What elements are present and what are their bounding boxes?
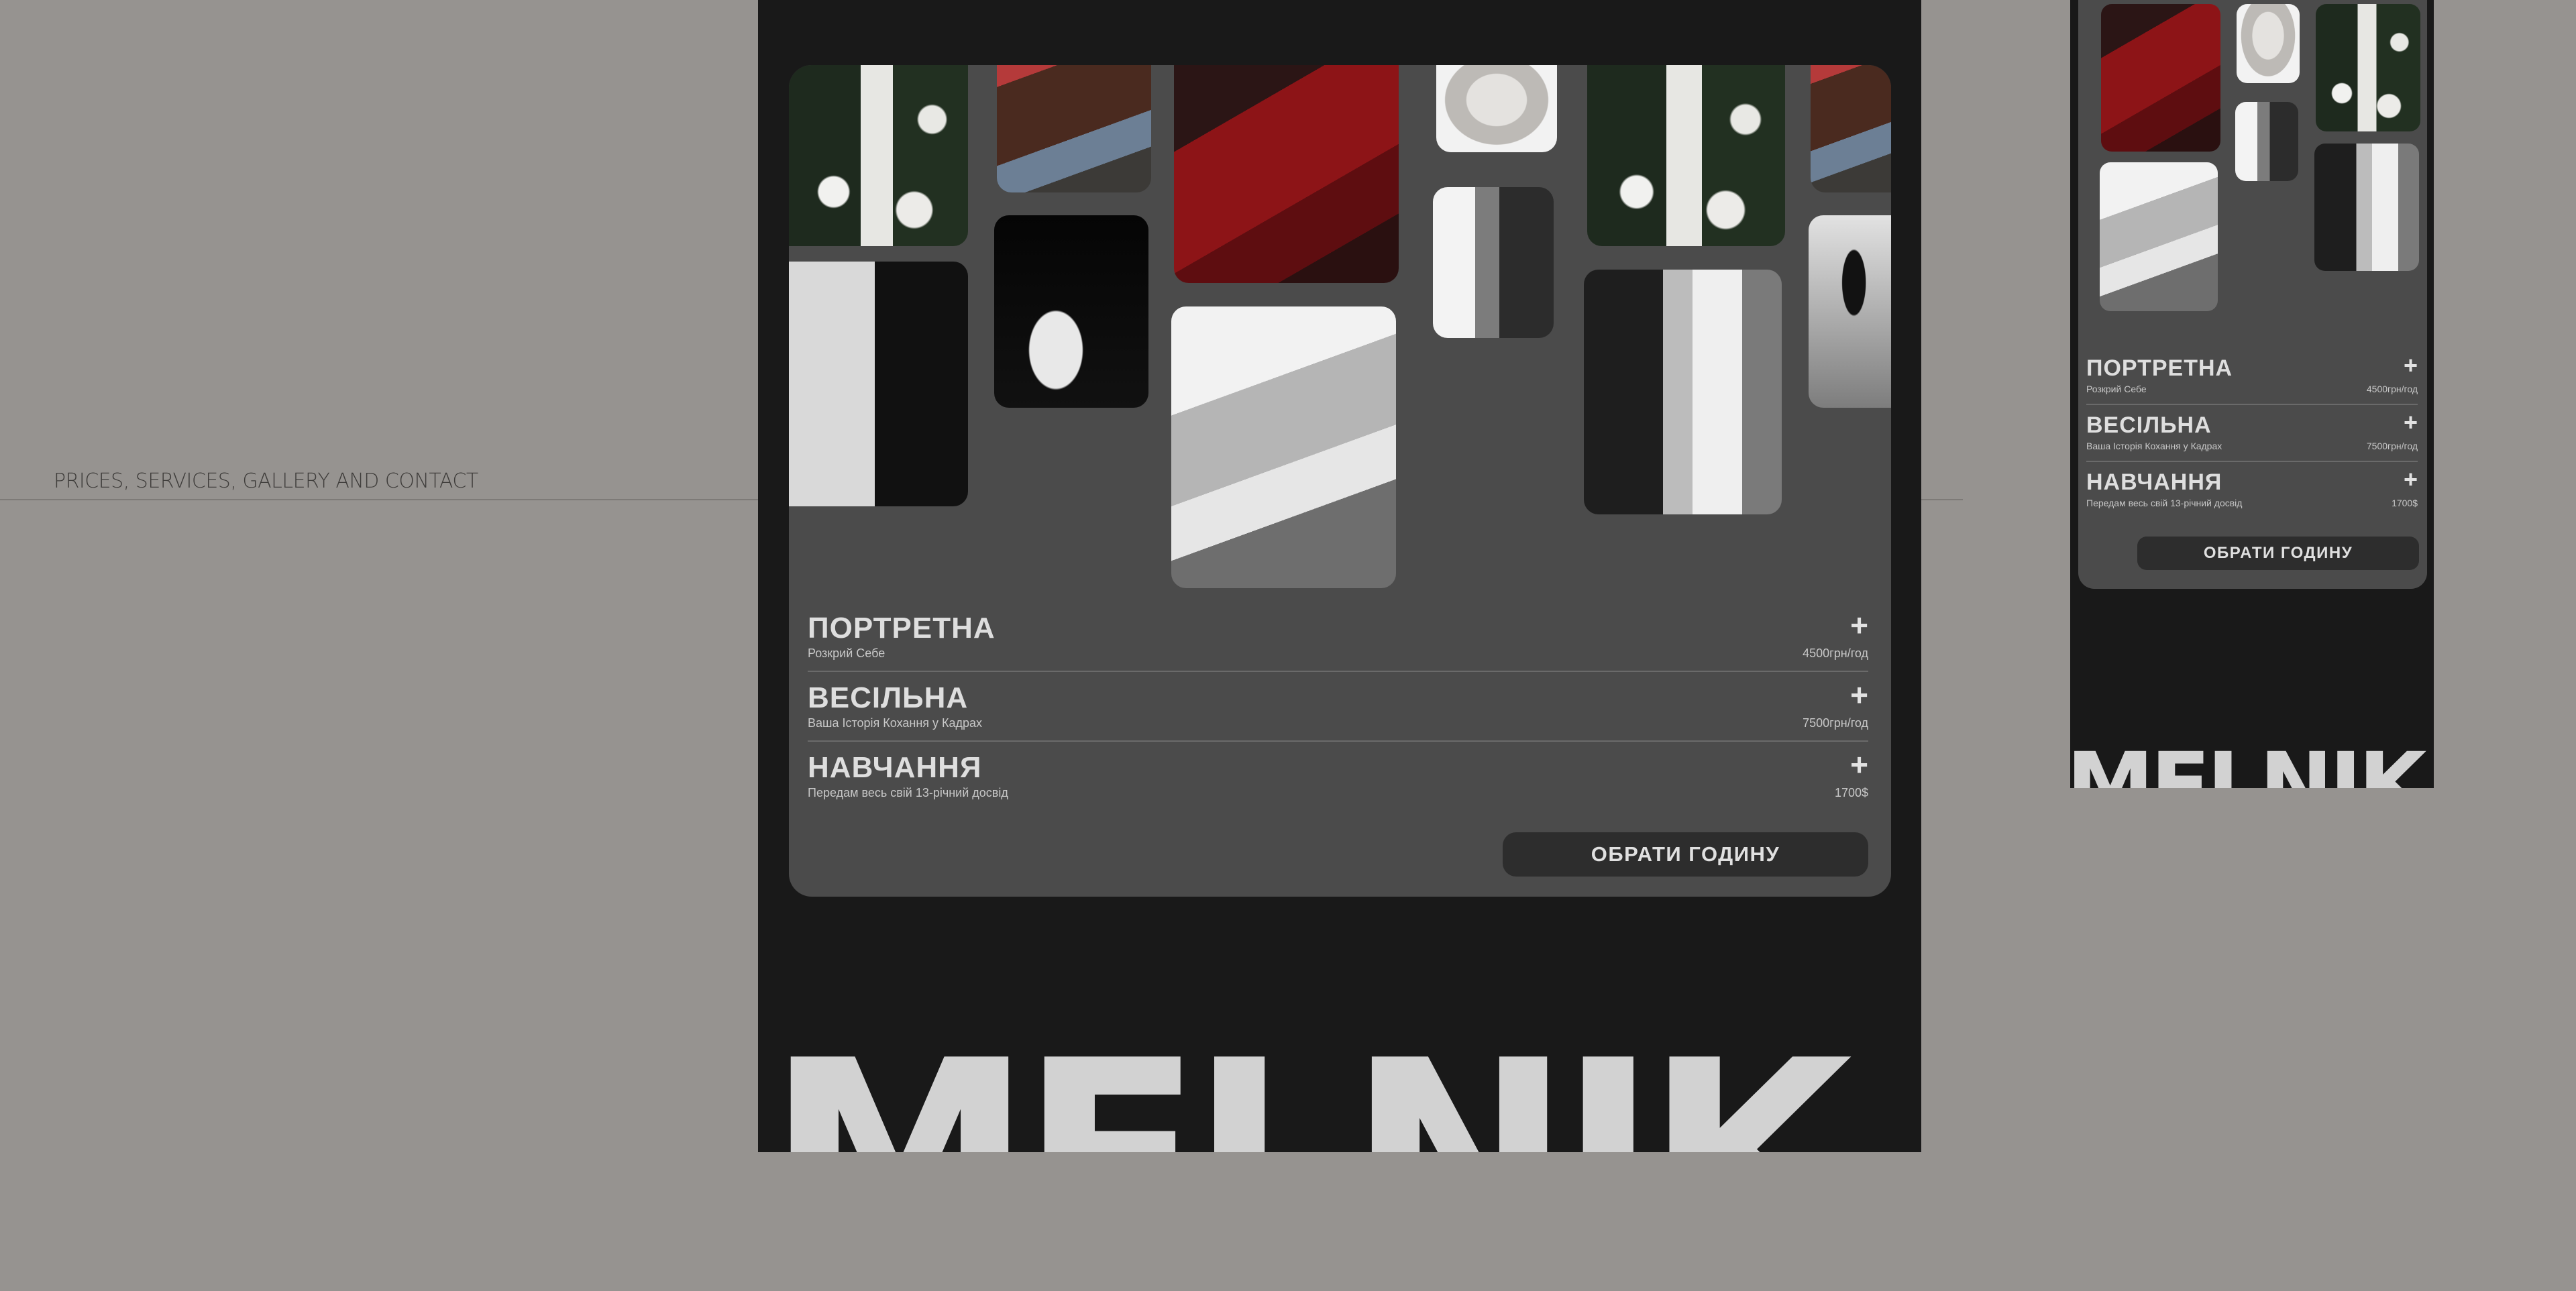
service-description: Ваша Історія Кохання у Кадрах — [808, 716, 983, 730]
service-description: Розкрий Себе — [808, 647, 885, 660]
service-description: Передам весь свій 13-річний досвід — [2086, 498, 2243, 508]
gallery-photo-coat[interactable] — [789, 262, 968, 506]
service-divider — [808, 740, 1868, 742]
service-divider — [2086, 461, 2418, 462]
mobile-mockup: ПОРТРЕТНА + Розкрий Себе 4500грн/год ВЕС… — [2070, 0, 2434, 788]
section-caption: PRICES, SERVICES, GALLERY AND CONTACT — [54, 469, 478, 493]
service-item-training[interactable]: НАВЧАННЯ + Передам весь свій 13-річний д… — [808, 749, 1868, 821]
desktop-mockup: ПОРТРЕТНА + Розкрий Себе 4500грн/год ВЕС… — [758, 0, 1921, 1152]
service-name: ВЕСІЛЬНА — [808, 681, 969, 714]
gallery-photo-red-jacket[interactable] — [2101, 4, 2220, 152]
services-card: ПОРТРЕТНА + Розкрий Себе 4500грн/год ВЕС… — [789, 65, 1891, 897]
service-item-training[interactable]: НАВЧАННЯ + Передам весь свій 13-річний д… — [2086, 467, 2418, 526]
gallery-photo-veil[interactable] — [2100, 162, 2218, 311]
plus-icon[interactable]: + — [2404, 353, 2418, 378]
service-item-wedding[interactable]: ВЕСІЛЬНА + Ваша Історія Кохання у Кадрах… — [2086, 410, 2418, 469]
service-name: ПОРТРЕТНА — [808, 612, 996, 644]
gallery-photo-flowers[interactable] — [2316, 4, 2420, 131]
service-description: Розкрий Себе — [2086, 384, 2147, 394]
gallery-photo-veil[interactable] — [1171, 306, 1396, 588]
brand-wordmark: MELNIK — [2070, 734, 2427, 788]
gallery-photo-embrace[interactable] — [2314, 144, 2419, 271]
brand-wordmark: MELNIK — [766, 1026, 1853, 1153]
gallery-photo-blonde[interactable] — [2237, 4, 2300, 83]
plus-icon[interactable]: + — [2404, 410, 2418, 435]
service-description: Ваша Історія Кохання у Кадрах — [2086, 441, 2222, 451]
gallery-photo-flowers-2[interactable] — [1587, 65, 1785, 246]
gallery-photo-blonde[interactable] — [1436, 65, 1557, 152]
service-price: 4500грн/год — [1803, 647, 1868, 660]
book-hour-button[interactable]: ОБРАТИ ГОДИНУ — [1503, 832, 1868, 877]
gallery-photo-hair-2[interactable] — [1811, 65, 1891, 192]
service-item-portrait[interactable]: ПОРТРЕТНА + Розкрий Себе 4500грн/год — [808, 610, 1868, 681]
service-price: 7500грн/год — [1803, 716, 1868, 730]
gallery-photo-red-jacket[interactable] — [1174, 65, 1399, 283]
gallery-photo-flowers[interactable] — [789, 65, 968, 246]
book-hour-button[interactable]: ОБРАТИ ГОДИНУ — [2137, 537, 2419, 570]
service-divider — [2086, 404, 2418, 405]
plus-icon[interactable]: + — [1850, 749, 1868, 780]
service-price: 1700$ — [2392, 498, 2418, 508]
service-name: ВЕСІЛЬНА — [2086, 412, 2212, 438]
service-item-wedding[interactable]: ВЕСІЛЬНА + Ваша Історія Кохання у Кадрах… — [808, 679, 1868, 751]
services-card-mobile: ПОРТРЕТНА + Розкрий Себе 4500грн/год ВЕС… — [2078, 0, 2427, 589]
service-name: НАВЧАННЯ — [808, 751, 982, 784]
service-item-portrait[interactable]: ПОРТРЕТНА + Розкрий Себе 4500грн/год — [2086, 353, 2418, 412]
gallery-photo-embrace[interactable] — [1584, 270, 1782, 514]
service-price: 1700$ — [1834, 786, 1868, 799]
gallery-photo-hair[interactable] — [997, 65, 1151, 192]
gallery-photo-couple[interactable] — [1433, 187, 1554, 338]
service-name: ПОРТРЕТНА — [2086, 355, 2233, 381]
service-name: НАВЧАННЯ — [2086, 469, 2222, 495]
service-price: 4500грн/год — [2366, 384, 2418, 394]
service-description: Передам весь свій 13-річний досвід — [808, 786, 1008, 799]
service-divider — [808, 671, 1868, 672]
plus-icon[interactable]: + — [1850, 610, 1868, 640]
service-price: 7500грн/год — [2366, 441, 2418, 451]
gallery-photo-hat[interactable] — [1809, 215, 1891, 408]
gallery-photo-couple[interactable] — [2235, 102, 2298, 181]
plus-icon[interactable]: + — [1850, 679, 1868, 710]
gallery-photo-bride[interactable] — [994, 215, 1148, 408]
plus-icon[interactable]: + — [2404, 467, 2418, 492]
